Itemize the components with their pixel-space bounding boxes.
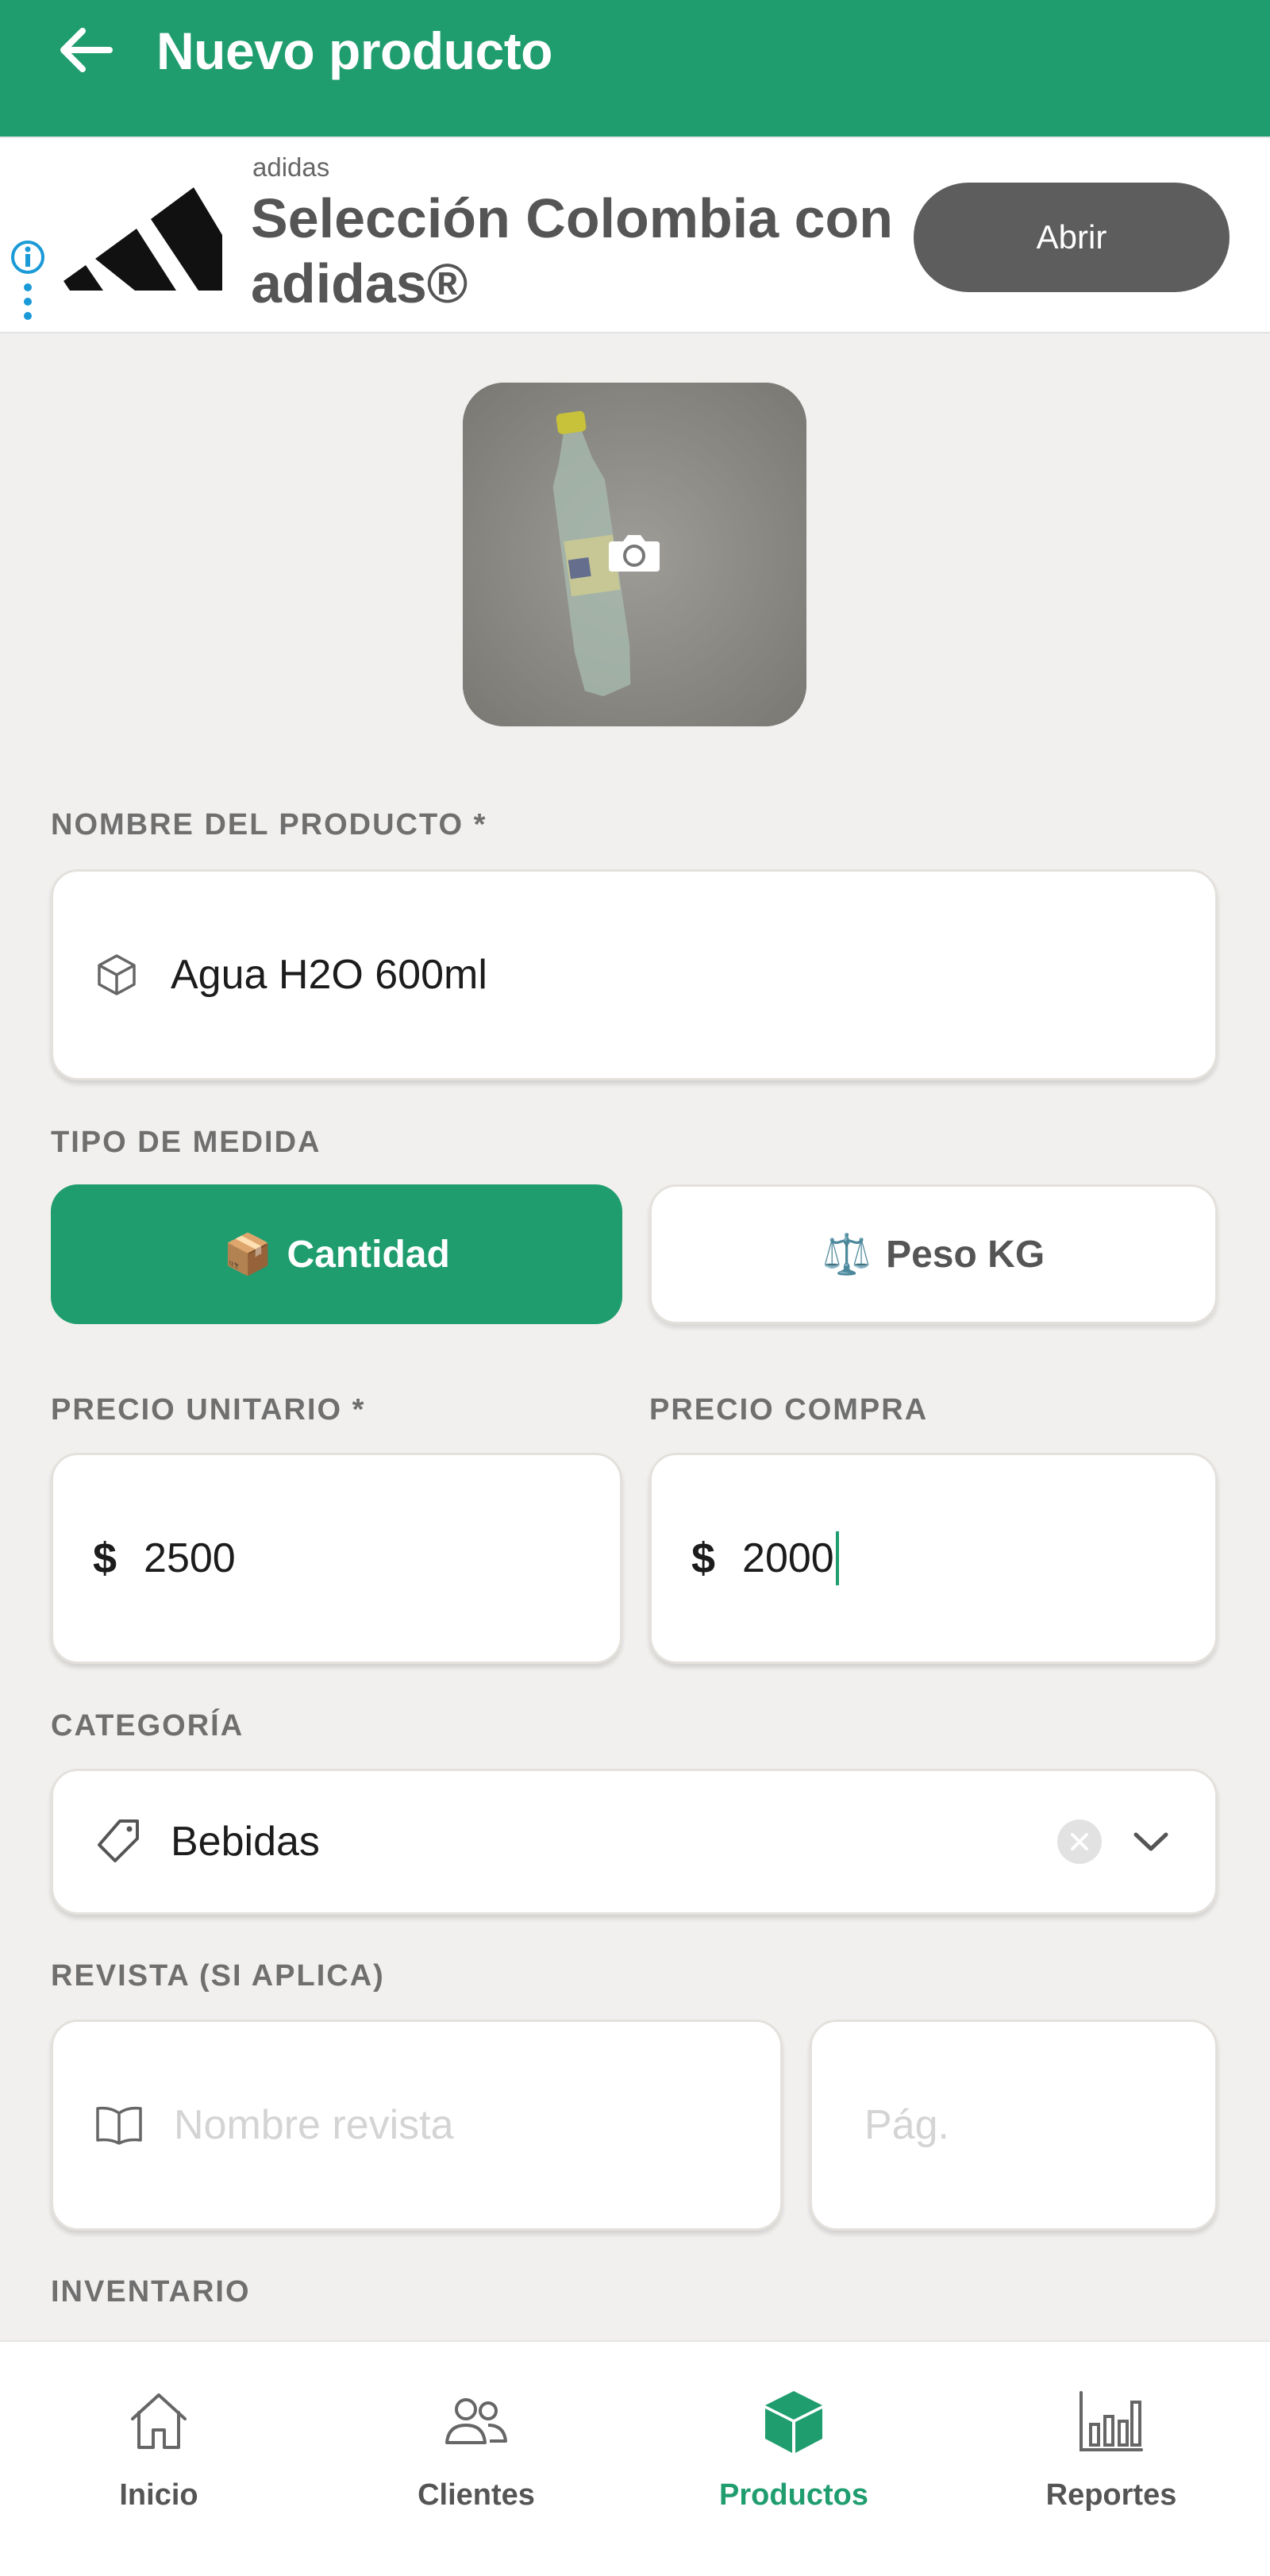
tag-icon: [98, 1819, 139, 1862]
purchase-price-field[interactable]: $ 2000: [649, 1453, 1218, 1664]
measure-quantity-button[interactable]: 📦 Cantidad: [51, 1184, 622, 1324]
back-button[interactable]: [49, 14, 121, 86]
app-header: Nuevo producto: [0, 0, 1270, 137]
nav-label-productos: Productos: [719, 2478, 868, 2512]
nav-inicio[interactable]: Inicio: [0, 2342, 318, 2576]
nav-clientes[interactable]: Clientes: [318, 2342, 635, 2576]
home-icon: [131, 2393, 187, 2449]
magazine-label: REVISTA (SI APLICA): [51, 1959, 385, 1993]
product-name-value: Agua H2O 600ml: [171, 952, 487, 998]
category-label: CATEGORÍA: [51, 1709, 244, 1742]
book-icon: [96, 2106, 142, 2145]
ad-advertiser: adidas: [252, 152, 330, 182]
purchase-price-label: PRECIO COMPRA: [649, 1393, 929, 1427]
ad-open-button[interactable]: Abrir: [914, 183, 1230, 292]
product-name-field[interactable]: Agua H2O 600ml: [51, 869, 1218, 1080]
arrow-left-icon: [60, 28, 113, 72]
ad-banner[interactable]: adidas Selección Colombia con adidas® Ab…: [0, 137, 1270, 333]
cube-icon: [98, 954, 136, 995]
measure-type-label: TIPO DE MEDIDA: [51, 1126, 321, 1159]
ad-headline: Selección Colombia con adidas®: [251, 187, 894, 314]
nav-label-reportes: Reportes: [1045, 2478, 1177, 2512]
product-photo[interactable]: [463, 383, 806, 726]
bar-chart-icon: [1080, 2391, 1143, 2451]
unit-price-field[interactable]: $ 2500: [51, 1453, 622, 1664]
nav-productos[interactable]: Productos: [635, 2342, 952, 2576]
unit-price-value: 2500: [144, 1535, 236, 1581]
scale-icon: ⚖️: [822, 1231, 872, 1276]
magazine-name-placeholder: Nombre revista: [174, 2102, 454, 2148]
package-icon: 📦: [223, 1231, 273, 1276]
clear-icon[interactable]: [1056, 1819, 1103, 1865]
magazine-name-field[interactable]: Nombre revista: [51, 2020, 783, 2231]
chevron-down-icon[interactable]: [1133, 1830, 1169, 1854]
box-icon: [765, 2391, 822, 2453]
magazine-page-placeholder: Pág.: [864, 2102, 949, 2148]
category-select[interactable]: Bebidas: [51, 1769, 1218, 1915]
ad-info-icon[interactable]: [8, 240, 48, 327]
page-title: Nuevo producto: [156, 21, 553, 80]
adidas-logo: [64, 187, 222, 295]
text-cursor: [835, 1531, 839, 1585]
measure-weight-button[interactable]: ⚖️ Peso KG: [649, 1184, 1218, 1324]
nav-label-inicio: Inicio: [119, 2478, 198, 2512]
magazine-page-field[interactable]: Pág.: [810, 2020, 1218, 2231]
product-name-label: NOMBRE DEL PRODUCTO *: [51, 808, 487, 841]
category-value: Bebidas: [171, 1819, 320, 1865]
bottom-navigation: Inicio Clientes Productos Reportes: [0, 2340, 1270, 2576]
currency-symbol: $: [93, 1534, 117, 1582]
nav-reportes[interactable]: Reportes: [952, 2342, 1270, 2576]
unit-price-label: PRECIO UNITARIO *: [51, 1393, 366, 1427]
inventory-label: INVENTARIO: [51, 2275, 251, 2308]
users-icon: [445, 2398, 507, 2444]
purchase-price-value: 2000: [742, 1535, 834, 1581]
measure-quantity-label: Cantidad: [287, 1233, 450, 1276]
currency-symbol: $: [691, 1534, 716, 1582]
measure-weight-label: Peso KG: [886, 1233, 1045, 1276]
nav-label-clientes: Clientes: [418, 2478, 535, 2512]
camera-icon[interactable]: [607, 532, 661, 577]
